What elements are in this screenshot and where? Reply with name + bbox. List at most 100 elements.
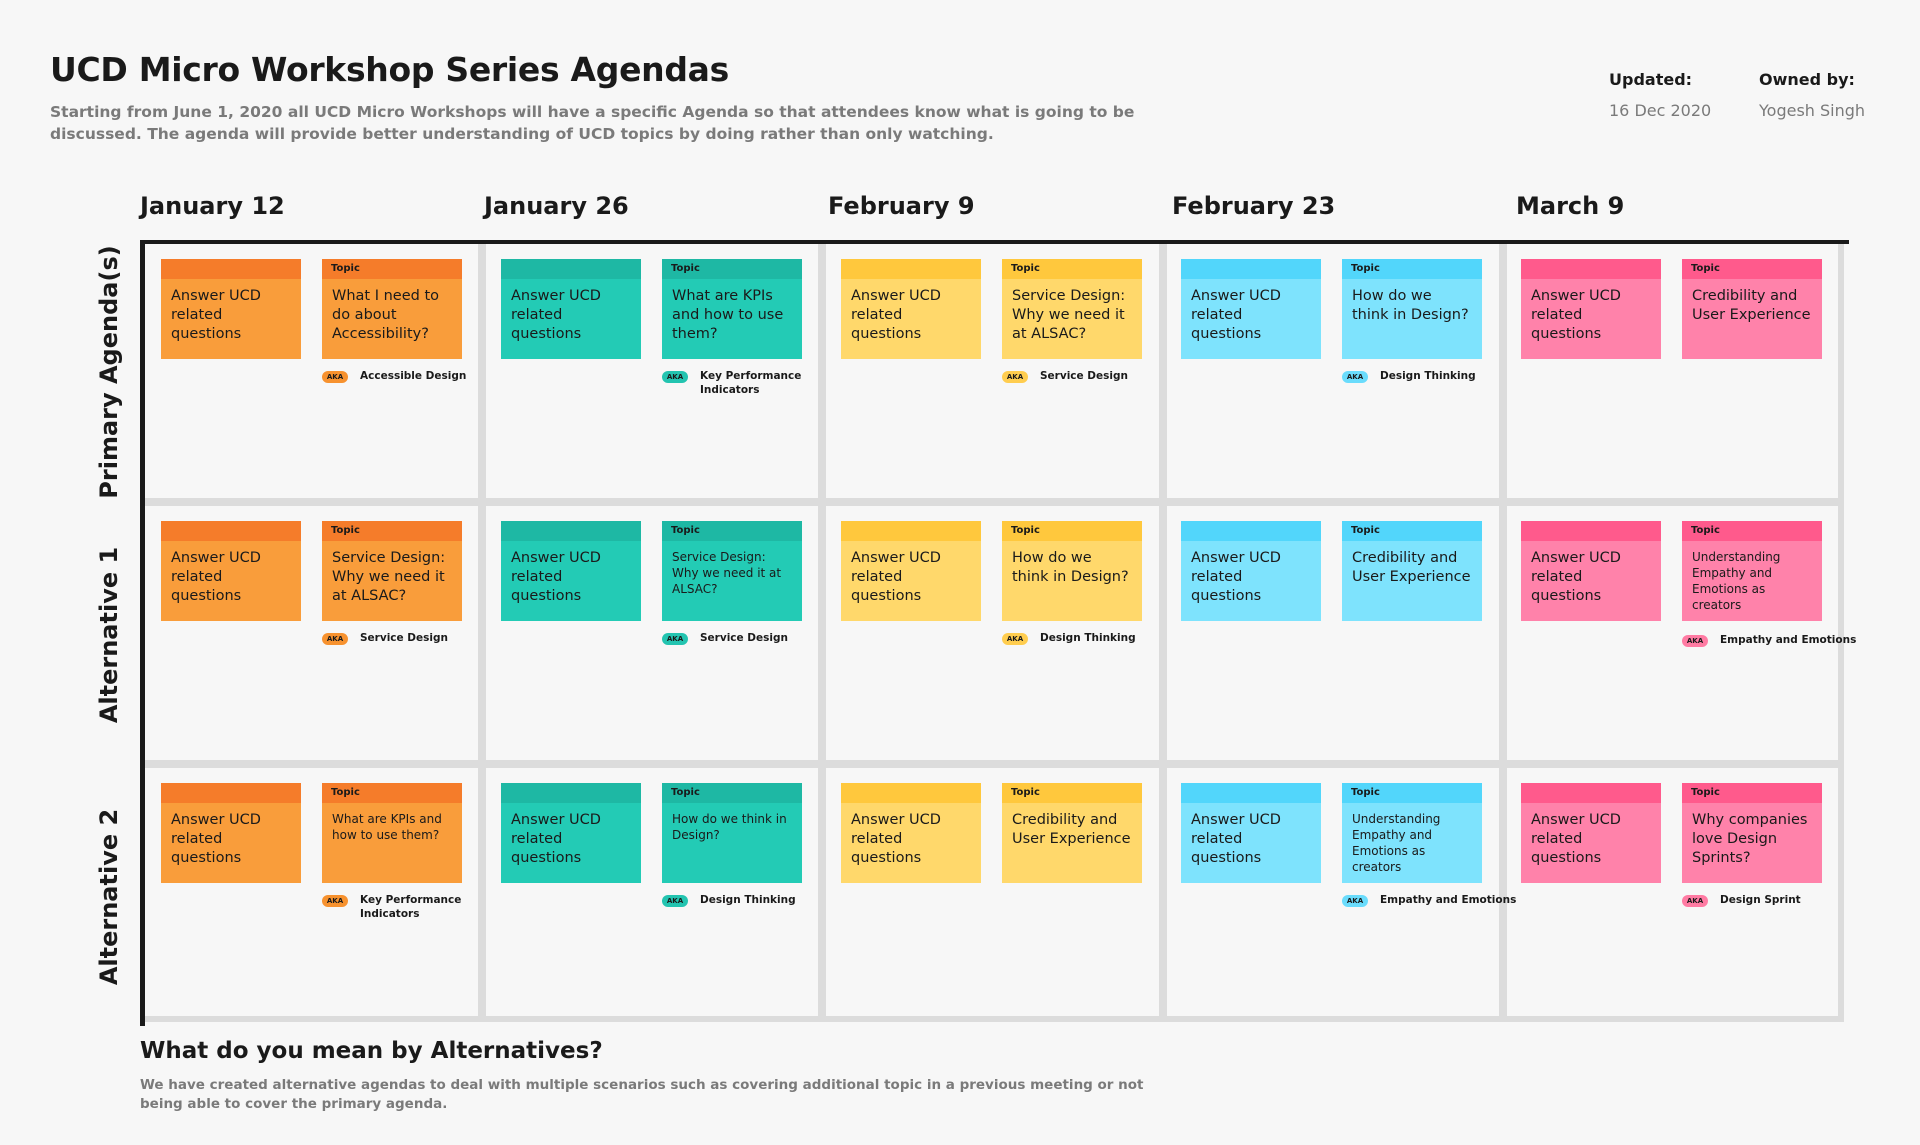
topic-note-text: Service Design: Why we need it at ALSAC?	[672, 550, 782, 596]
topic-note[interactable]: Topic Credibility and User Experience	[1342, 521, 1482, 621]
answer-note-text: Answer UCD related questions	[851, 288, 941, 342]
answer-note-text: Answer UCD related questions	[1531, 550, 1621, 604]
column-header: March 9	[1516, 192, 1625, 220]
answer-note[interactable]: Answer UCD related questions	[501, 521, 641, 621]
topic-note-text: What are KPIs and how to use them?	[672, 288, 784, 342]
answer-note-text: Answer UCD related questions	[851, 550, 941, 604]
note-strip: Topic	[662, 259, 802, 279]
column-header: January 12	[140, 192, 285, 220]
answer-note-text: Answer UCD related questions	[1191, 550, 1281, 604]
owner-meta: Owned by: Yogesh Singh	[1759, 70, 1865, 120]
column-divider	[818, 244, 826, 1016]
answer-note[interactable]: Answer UCD related questions	[1521, 259, 1661, 359]
topic-tag: Topic	[671, 263, 700, 274]
topic-note[interactable]: Topic Service Design: Why we need it at A…	[662, 521, 802, 621]
answer-note[interactable]: Answer UCD related questions	[161, 259, 301, 359]
note-strip: Topic	[1002, 783, 1142, 803]
note-strip: Topic	[322, 783, 462, 803]
topic-note[interactable]: Topic Understanding Empathy and Emotions …	[1342, 783, 1482, 883]
aka-text: Empathy and Emotions	[1380, 894, 1517, 906]
answer-note[interactable]: Answer UCD related questions	[161, 521, 301, 621]
aka-label: AKA Design Thinking	[662, 893, 796, 907]
aka-pill: AKA	[662, 371, 688, 383]
answer-note[interactable]: Answer UCD related questions	[1181, 259, 1321, 359]
topic-note[interactable]: Topic What I need to do about Accessibili…	[322, 259, 462, 359]
updated-date: 16 Dec 2020	[1609, 101, 1712, 120]
aka-label: AKA Key Performance Indicators	[322, 893, 470, 921]
aka-label: AKA Service Design	[662, 631, 788, 645]
answer-note[interactable]: Answer UCD related questions	[1181, 521, 1321, 621]
column-header: February 23	[1172, 192, 1336, 220]
answer-note[interactable]: Answer UCD related questions	[501, 259, 641, 359]
page-title: UCD Micro Workshop Series Agendas	[50, 50, 729, 89]
answer-note-text: Answer UCD related questions	[511, 812, 601, 866]
topic-tag: Topic	[1351, 263, 1380, 274]
topic-note[interactable]: Topic Why companies love Design Sprints?	[1682, 783, 1822, 883]
aka-text: Design Thinking	[700, 894, 796, 906]
row-label-alternative-1: Alternative 1	[95, 546, 123, 724]
topic-note[interactable]: Topic How do we think in Design?	[1002, 521, 1142, 621]
note-strip: Topic	[1002, 521, 1142, 541]
answer-note-text: Answer UCD related questions	[171, 550, 261, 604]
topic-note-text: Credibility and User Experience	[1012, 812, 1131, 847]
topic-tag: Topic	[1011, 263, 1040, 274]
board-border-bottom	[145, 1016, 1844, 1022]
aka-pill: AKA	[1002, 633, 1028, 645]
row-divider	[145, 498, 1838, 506]
answer-note-text: Answer UCD related questions	[1191, 288, 1281, 342]
note-strip: Topic	[1002, 259, 1142, 279]
topic-note[interactable]: Topic Credibility and User Experience	[1682, 259, 1822, 359]
topic-note[interactable]: Topic Credibility and User Experience	[1002, 783, 1142, 883]
aka-pill: AKA	[662, 895, 688, 907]
topic-note-text: Understanding Empathy and Emotions as cr…	[1352, 812, 1441, 874]
answer-note[interactable]: Answer UCD related questions	[1521, 521, 1661, 621]
alternatives-description: We have created alternative agendas to d…	[140, 1077, 1144, 1112]
note-strip: Topic	[1342, 259, 1482, 279]
aka-label: AKA Service Design	[322, 631, 448, 645]
answer-note[interactable]: Answer UCD related questions	[1181, 783, 1321, 883]
answer-note[interactable]: Answer UCD related questions	[501, 783, 641, 883]
note-strip: Topic	[1342, 783, 1482, 803]
topic-note-text: What I need to do about Accessibility?	[332, 288, 439, 342]
answer-note[interactable]: Answer UCD related questions	[161, 783, 301, 883]
topic-note[interactable]: Topic What are KPIs and how to use them?	[662, 259, 802, 359]
aka-label: AKA Key Performance Indicators	[662, 369, 810, 397]
topic-tag: Topic	[331, 525, 360, 536]
answer-note-text: Answer UCD related questions	[1531, 812, 1621, 866]
topic-note[interactable]: Topic Understanding Empathy and Emotions …	[1682, 521, 1822, 621]
row-label-alternative-2: Alternative 2	[95, 808, 123, 986]
note-strip	[501, 521, 641, 541]
note-strip	[161, 783, 301, 803]
topic-note[interactable]: Topic How do we think in Design?	[662, 783, 802, 883]
answer-note[interactable]: Answer UCD related questions	[841, 783, 981, 883]
aka-text: Design Sprint	[1720, 894, 1801, 906]
aka-label: AKA Empathy and Emotions	[1682, 633, 1856, 647]
answer-note-text: Answer UCD related questions	[1531, 288, 1621, 342]
topic-note-text: Service Design: Why we need it at ALSAC?	[332, 550, 446, 604]
owner-label: Owned by:	[1759, 70, 1855, 89]
aka-pill: AKA	[1002, 371, 1028, 383]
aka-pill: AKA	[1342, 895, 1368, 907]
aka-label: AKA Design Thinking	[1002, 631, 1136, 645]
aka-text: Design Thinking	[1380, 370, 1476, 382]
answer-note-text: Answer UCD related questions	[1191, 812, 1281, 866]
topic-tag: Topic	[1351, 787, 1380, 798]
answer-note[interactable]: Answer UCD related questions	[841, 521, 981, 621]
page-description: Starting from June 1, 2020 all UCD Micro…	[50, 103, 1135, 143]
alternatives-heading: What do you mean by Alternatives?	[140, 1038, 603, 1064]
aka-pill: AKA	[322, 633, 348, 645]
aka-pill: AKA	[1682, 895, 1708, 907]
answer-note[interactable]: Answer UCD related questions	[841, 259, 981, 359]
topic-tag: Topic	[331, 787, 360, 798]
topic-note[interactable]: Topic Service Design: Why we need it at A…	[1002, 259, 1142, 359]
answer-note[interactable]: Answer UCD related questions	[1521, 783, 1661, 883]
updated-meta: Updated: 16 Dec 2020	[1609, 70, 1711, 120]
topic-note[interactable]: Topic Service Design: Why we need it at A…	[322, 521, 462, 621]
aka-label: AKA Service Design	[1002, 369, 1128, 383]
topic-note[interactable]: Topic What are KPIs and how to use them?	[322, 783, 462, 883]
note-strip: Topic	[1342, 521, 1482, 541]
topic-note[interactable]: Topic How do we think in Design?	[1342, 259, 1482, 359]
column-divider	[478, 244, 486, 1016]
topic-tag: Topic	[331, 263, 360, 274]
topic-tag: Topic	[1691, 263, 1720, 274]
